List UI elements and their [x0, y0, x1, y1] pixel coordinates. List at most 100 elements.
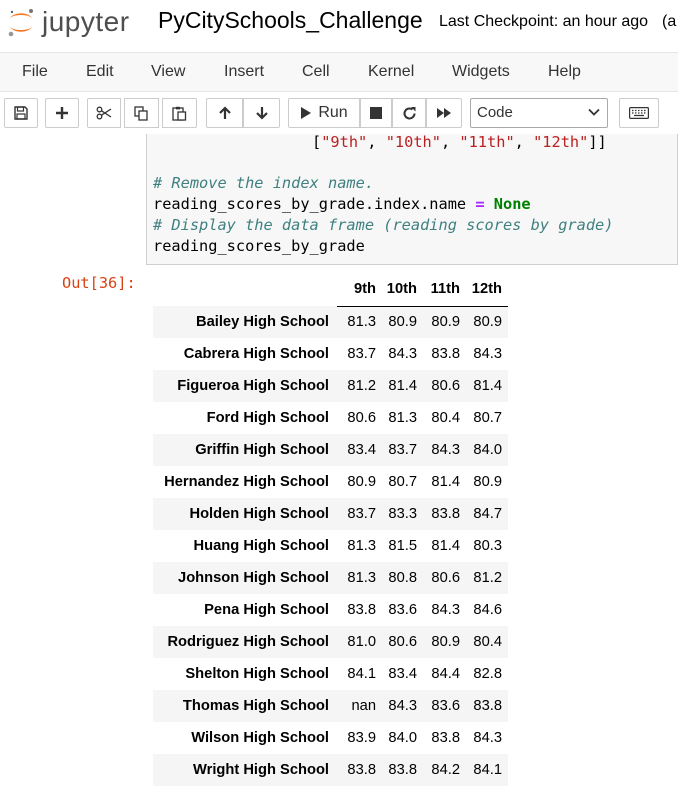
- row-index-school: Wilson High School: [191, 730, 329, 746]
- cut-button[interactable]: [87, 98, 121, 128]
- restart-run-all-button[interactable]: [426, 98, 462, 128]
- table-cell: 84.4: [431, 666, 460, 682]
- table-cell: 83.4: [388, 666, 417, 682]
- table-row: Thomas High School nan 84.3 83.6 83.8: [153, 690, 508, 722]
- table-cell: 83.8: [431, 730, 460, 746]
- save-button[interactable]: [4, 98, 38, 128]
- table-cell: 81.5: [388, 538, 417, 554]
- table-cell: 81.3: [388, 410, 417, 426]
- menu-edit[interactable]: Edit: [86, 63, 114, 81]
- table-cell: 80.4: [431, 410, 460, 426]
- table-cell: 81.0: [347, 634, 376, 650]
- command-palette-button[interactable]: [619, 98, 659, 128]
- table-cell: 80.3: [473, 538, 502, 554]
- table-cell: 84.3: [431, 442, 460, 458]
- table-cell: 84.6: [473, 602, 502, 618]
- table-cell: 80.9: [388, 314, 417, 331]
- table-row: Pena High School 83.8 83.6 84.3 84.6: [153, 594, 508, 626]
- table-row: Griffin High School 83.4 83.7 84.3 84.0: [153, 434, 508, 466]
- table-cell: 84.0: [388, 730, 417, 746]
- table-cell: 80.9: [473, 314, 502, 331]
- table-cell: 83.8: [473, 698, 502, 714]
- table-cell: 81.3: [347, 314, 376, 331]
- notebook-header: jupyter PyCitySchools_Challenge Last Che…: [0, 0, 678, 48]
- column-header-11th: 11th: [421, 272, 465, 307]
- cell-type-select[interactable]: Code: [470, 98, 608, 128]
- table-cell: 80.9: [431, 314, 460, 331]
- row-index-school: Hernandez High School: [164, 474, 329, 490]
- table-cell: 80.6: [347, 410, 376, 426]
- row-index-school: Thomas High School: [182, 698, 329, 714]
- table-body: Bailey High School 81.3 80.9 80.9 80.9 Cabrer…: [153, 306, 508, 786]
- table-header-row: 9th 10th 11th 12th: [153, 272, 508, 307]
- row-index-school: Ford High School: [206, 410, 329, 426]
- table-cell: 84.3: [388, 346, 417, 362]
- move-down-button[interactable]: [243, 98, 280, 128]
- menu-widgets[interactable]: Widgets: [452, 63, 510, 81]
- notebook-title[interactable]: PyCitySchools_Challenge: [158, 7, 423, 34]
- code-line-display-df: reading_scores_by_grade: [153, 237, 365, 255]
- table-cell: 84.3: [388, 698, 417, 714]
- table-cell: 80.8: [388, 570, 417, 586]
- table-row: Bailey High School 81.3 80.9 80.9 80.9: [153, 306, 508, 338]
- copy-button[interactable]: [124, 98, 159, 128]
- table-cell: 84.3: [473, 730, 502, 746]
- table-cell: 81.3: [347, 570, 376, 586]
- table-row: Shelton High School 84.1 83.4 84.4 82.8: [153, 658, 508, 690]
- move-up-button[interactable]: [206, 98, 243, 128]
- menu-view[interactable]: View: [151, 63, 185, 81]
- table-cell: 80.9: [347, 474, 376, 490]
- row-index-school: Rodriguez High School: [167, 634, 329, 650]
- restart-button[interactable]: [392, 98, 426, 128]
- table-cell: 81.4: [431, 474, 460, 490]
- table-cell: nan: [351, 698, 376, 714]
- chevron-down-icon: [588, 108, 600, 116]
- scissors-icon: [96, 106, 112, 120]
- menu-cell[interactable]: Cell: [302, 63, 330, 81]
- row-index-school: Bailey High School: [195, 314, 329, 330]
- jupyter-logo-icon: [8, 9, 33, 37]
- jupyter-logo[interactable]: jupyter: [4, 4, 130, 40]
- table-cell: 80.6: [431, 378, 460, 394]
- table-row: Cabrera High School 83.7 84.3 83.8 84.3: [153, 338, 508, 370]
- logo-text: jupyter: [42, 6, 130, 37]
- table-cell: 81.2: [347, 378, 376, 394]
- table-row: Holden High School 83.7 83.3 83.8 84.7: [153, 498, 508, 530]
- restart-icon: [403, 106, 415, 119]
- run-button[interactable]: Run: [288, 98, 360, 128]
- table-cell: 84.7: [473, 506, 502, 522]
- table-cell: 83.8: [431, 506, 460, 522]
- code-line-grades: ["9th", "10th", "11th", "12th"]]: [312, 133, 607, 151]
- dataframe-table: 9th 10th 11th 12th Bailey High School 81.…: [153, 272, 508, 786]
- checkpoint-status: Last Checkpoint: an hour ago: [439, 13, 649, 30]
- menu-help[interactable]: Help: [548, 63, 581, 81]
- copy-icon: [134, 105, 148, 121]
- table-cell: 83.8: [347, 602, 376, 618]
- table-cell: 80.9: [473, 474, 502, 490]
- table-cell: 80.4: [473, 634, 502, 650]
- table-row: Hernandez High School 80.9 80.7 81.4 80.9: [153, 466, 508, 498]
- table-cell: 84.1: [347, 666, 376, 682]
- table-cell: 81.2: [473, 570, 502, 586]
- menu-insert[interactable]: Insert: [224, 63, 264, 81]
- index-header: [153, 272, 337, 306]
- table-cell: 80.6: [388, 634, 417, 650]
- table-row: Ford High School 80.6 81.3 80.4 80.7: [153, 402, 508, 434]
- menu-kernel[interactable]: Kernel: [368, 63, 414, 81]
- code-cell-input[interactable]: ["9th", "10th", "11th", "12th"]] # Remov…: [146, 133, 678, 265]
- table-row: Huang High School 81.3 81.5 81.4 80.3: [153, 530, 508, 562]
- arrow-up-icon: [218, 106, 231, 119]
- paste-button[interactable]: [162, 98, 197, 128]
- table-cell: 83.4: [347, 442, 376, 458]
- menu-file[interactable]: File: [22, 63, 48, 81]
- insert-cell-button[interactable]: [45, 98, 79, 128]
- cell-type-value: Code: [477, 104, 513, 121]
- row-index-school: Huang High School: [193, 538, 329, 554]
- table-cell: 84.2: [431, 762, 460, 778]
- table-cell: 81.4: [388, 378, 417, 394]
- paste-icon: [172, 106, 187, 121]
- table-row: Wilson High School 83.9 84.0 83.8 84.3: [153, 722, 508, 754]
- keyboard-icon: [629, 107, 649, 119]
- interrupt-button[interactable]: [360, 98, 392, 128]
- row-index-school: Holden High School: [189, 506, 329, 522]
